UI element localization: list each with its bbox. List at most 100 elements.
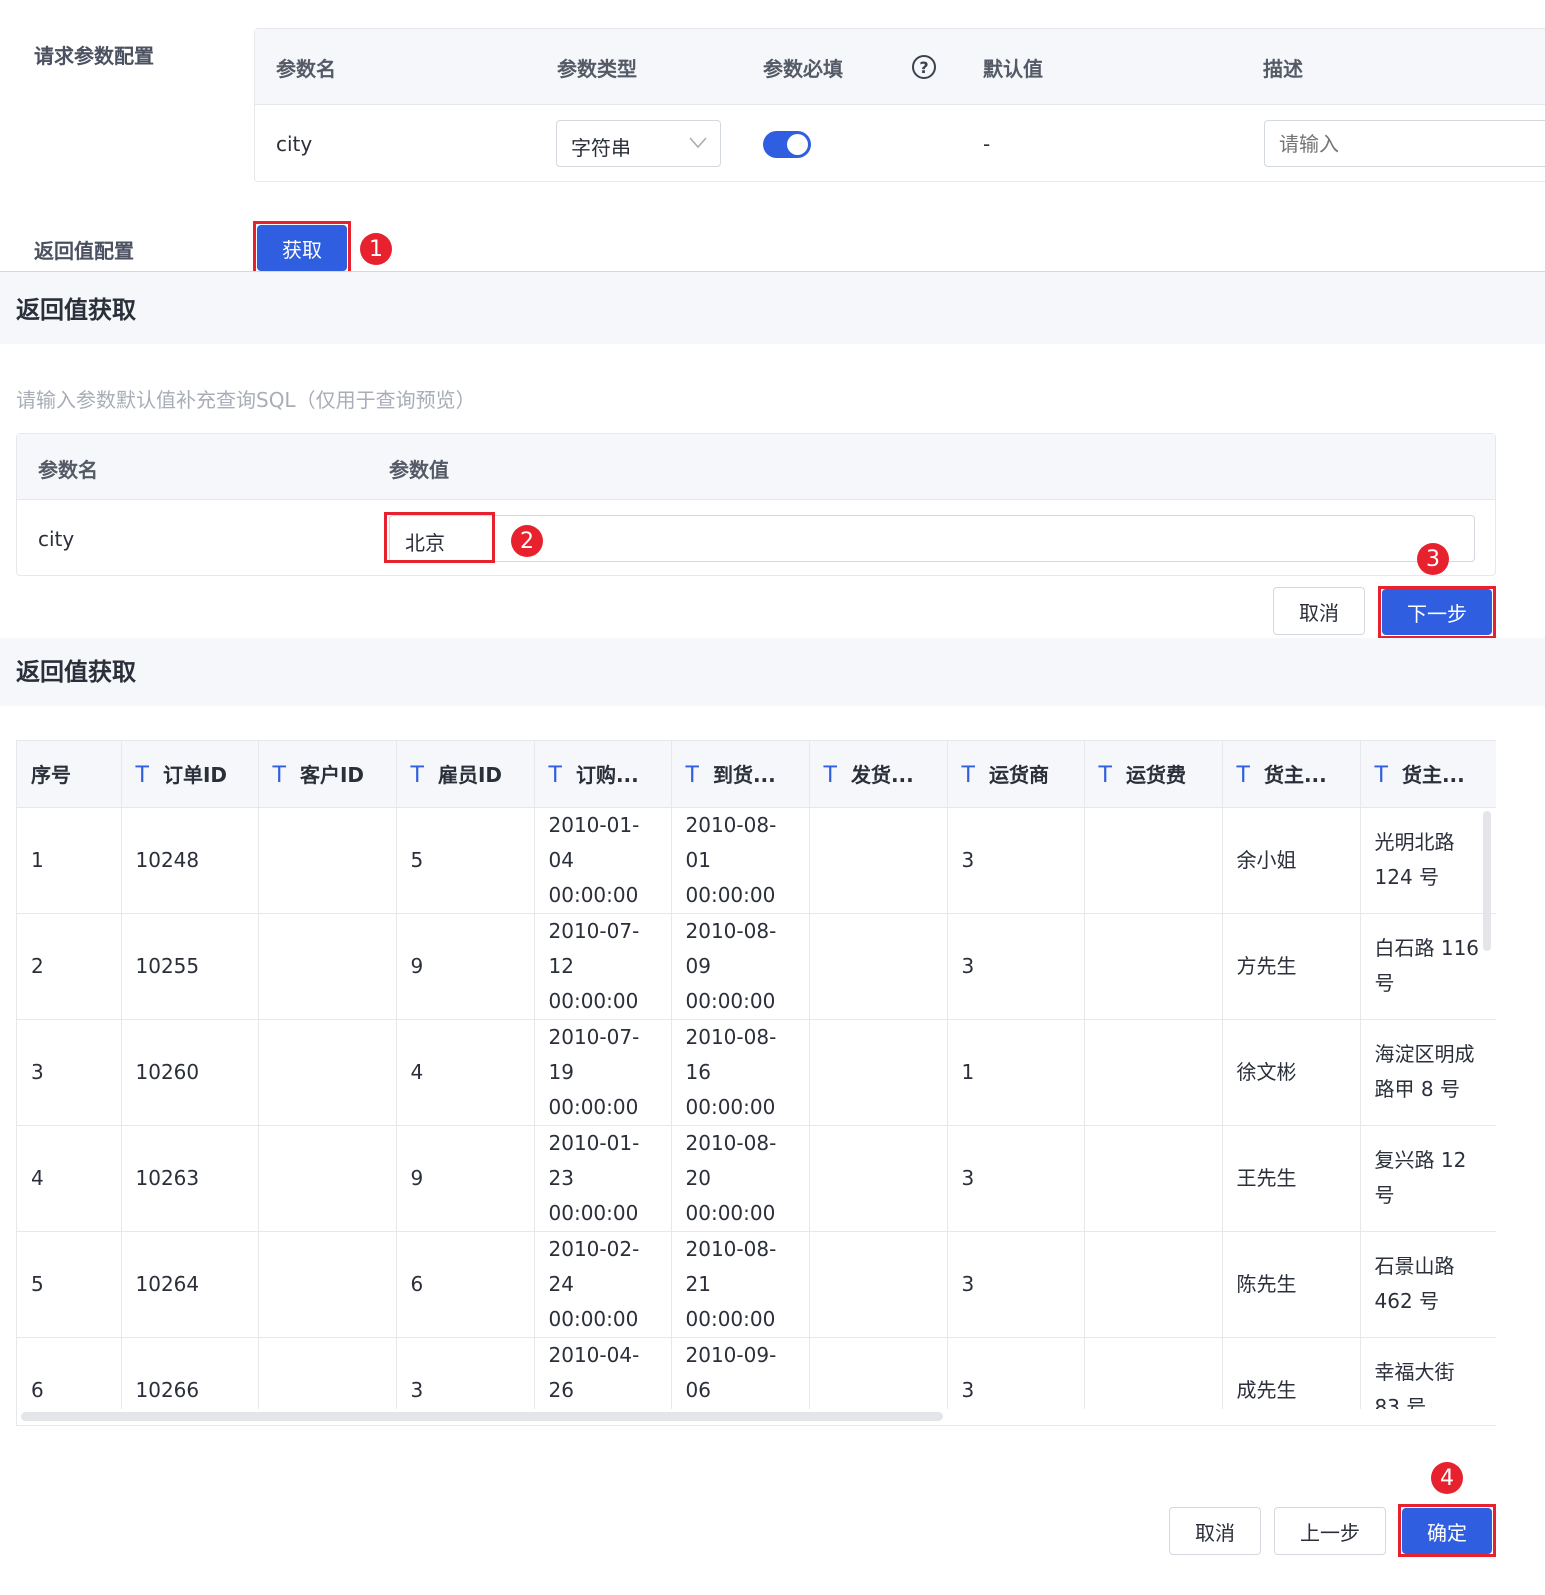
cell-arrival-date: 2010-08-01 00:00:00: [671, 807, 810, 914]
highlight-box-next: [1378, 586, 1496, 639]
table-row: 5 10264 6 2010-02-24 00:00:00 2010-08-21 00:…: [17, 1231, 1496, 1338]
text-type-icon: T: [823, 763, 837, 789]
cell-arrival-date: 2010-08-09 00:00:00: [671, 913, 810, 1020]
cell-order-id: 10260: [121, 1019, 259, 1126]
param-value-input[interactable]: 北京: [389, 515, 1475, 562]
highlight-box-confirm: [1398, 1504, 1496, 1557]
cell-index: 5: [17, 1231, 122, 1338]
col-header-label: 订购...: [575, 763, 639, 788]
param-value-name-cell: city: [38, 527, 75, 551]
cell-customer-id: [258, 807, 397, 914]
text-type-icon: T: [961, 763, 975, 789]
request-params-table: 参数名 参数类型 参数必填 ? 默认值 描述 city 字符串 -: [254, 28, 1545, 182]
col-header-shipper[interactable]: T 运货商: [947, 741, 1085, 808]
horizontal-scrollbar[interactable]: [21, 1412, 943, 1421]
col-header-label: 发货...: [850, 763, 914, 788]
col-header-label: 雇员ID: [437, 763, 502, 788]
param-value-table: 参数名 参数值 city 北京: [16, 433, 1496, 576]
cell-freight: [1084, 1125, 1223, 1232]
col-header-label: 客户ID: [299, 763, 364, 788]
col-header-consignee-address[interactable]: T 货主...: [1360, 741, 1496, 808]
cell-order-date: 2010-07-19 00:00:00: [534, 1019, 672, 1126]
col-header-label: 运货费: [1125, 763, 1186, 788]
header-param-value: 参数值: [389, 458, 449, 482]
step-badge-4: 4: [1431, 1462, 1463, 1494]
dialog1-header: 返回值获取: [0, 272, 1545, 344]
dialog1-cancel-button[interactable]: 取消: [1273, 587, 1365, 635]
result-table: 序号 T 订单ID T 客户ID T 雇员ID T 订购... T 到货... T 发货..…: [17, 741, 1496, 1425]
prev-step-button[interactable]: 上一步: [1274, 1507, 1386, 1555]
col-header-customer-id[interactable]: T 客户ID: [258, 741, 397, 808]
text-type-icon: T: [685, 763, 699, 789]
col-header-freight[interactable]: T 运货费: [1084, 741, 1223, 808]
step-badge-2: 2: [511, 525, 543, 557]
param-required-toggle[interactable]: [763, 131, 811, 158]
header-param-type: 参数类型: [557, 57, 637, 81]
cell-shipper: 3: [947, 807, 1085, 914]
text-type-icon: T: [548, 763, 562, 789]
col-header-ship-date[interactable]: T 发货...: [809, 741, 948, 808]
cell-shipper: 3: [947, 1125, 1085, 1232]
cell-order-date: 2010-01-04 00:00:00: [534, 807, 672, 914]
cell-order-date: 2010-02-24 00:00:00: [534, 1231, 672, 1338]
dialog1-hint: 请输入参数默认值补充查询SQL（仅用于查询预览）: [16, 388, 476, 412]
cell-order-date: 2010-01-23 00:00:00: [534, 1125, 672, 1232]
cell-shipper: 3: [947, 913, 1085, 1020]
cell-employee-id: 9: [396, 1125, 535, 1232]
col-header-arrival-date[interactable]: T 到货...: [671, 741, 810, 808]
chevron-down-icon: [689, 137, 707, 149]
step-badge-1: 1: [360, 233, 392, 265]
cell-ship-date: [809, 1019, 948, 1126]
cell-consignee: 徐文彬: [1222, 1019, 1361, 1126]
dialog2-header: 返回值获取: [0, 638, 1545, 706]
col-header-employee-id[interactable]: T 雇员ID: [396, 741, 535, 808]
cell-index: 1: [17, 807, 122, 914]
cell-shipper: 1: [947, 1019, 1085, 1126]
cell-customer-id: [258, 1231, 397, 1338]
cell-consignee: 王先生: [1222, 1125, 1361, 1232]
vertical-scrollbar[interactable]: [1483, 811, 1491, 951]
cell-ship-date: [809, 913, 948, 1020]
cell-consignee-address: 光明北路 124 号: [1360, 807, 1496, 914]
result-header-row: 序号 T 订单ID T 客户ID T 雇员ID T 订购... T 到货... T 发货..…: [17, 741, 1496, 808]
text-type-icon: T: [1236, 763, 1250, 789]
dialog2-cancel-button[interactable]: 取消: [1169, 1507, 1261, 1555]
param-description-input[interactable]: [1264, 120, 1545, 167]
cell-consignee: 余小姐: [1222, 807, 1361, 914]
cell-employee-id: 9: [396, 913, 535, 1020]
text-type-icon: T: [410, 763, 424, 789]
request-params-label: 请求参数配置: [34, 44, 154, 68]
cell-consignee-address: 白石路 116 号: [1360, 913, 1496, 1020]
cell-order-id: 10255: [121, 913, 259, 1020]
table-row: 2 10255 9 2010-07-12 00:00:00 2010-08-09 00:…: [17, 913, 1496, 1020]
dialog2-title: 返回值获取: [16, 658, 136, 686]
col-header-label: 运货商: [988, 763, 1049, 788]
col-header-order-date[interactable]: T 订购...: [534, 741, 672, 808]
param-type-select[interactable]: 字符串: [556, 120, 721, 167]
cell-customer-id: [258, 913, 397, 1020]
text-type-icon: T: [272, 763, 286, 789]
return-config-label: 返回值配置: [34, 239, 134, 263]
toggle-knob: [787, 134, 808, 155]
request-params-header: 参数名 参数类型 参数必填 ? 默认值 描述: [255, 29, 1545, 105]
cell-arrival-date: 2010-08-20 00:00:00: [671, 1125, 810, 1232]
header-param-name: 参数名: [276, 57, 336, 81]
highlight-box-fetch: [253, 221, 351, 277]
col-header-consignee[interactable]: T 货主...: [1222, 741, 1361, 808]
text-type-icon: T: [1098, 763, 1112, 789]
cell-consignee-address: 海淀区明成路甲 8 号: [1360, 1019, 1496, 1126]
col-header-label: 序号: [31, 763, 71, 788]
col-header-order-id[interactable]: T 订单ID: [121, 741, 259, 808]
cell-order-id: 10263: [121, 1125, 259, 1232]
cell-freight: [1084, 1019, 1223, 1126]
col-header-label: 货主...: [1263, 763, 1327, 788]
header-param-required: 参数必填: [763, 57, 843, 81]
highlight-box-value: [384, 512, 495, 563]
col-header-index[interactable]: 序号: [17, 741, 122, 808]
col-header-label: 货主...: [1401, 763, 1465, 788]
cell-shipper: 3: [947, 1231, 1085, 1338]
text-type-icon: T: [135, 763, 149, 789]
param-default-cell: -: [983, 132, 991, 156]
cell-freight: [1084, 913, 1223, 1020]
help-circle-icon[interactable]: ?: [912, 55, 936, 79]
